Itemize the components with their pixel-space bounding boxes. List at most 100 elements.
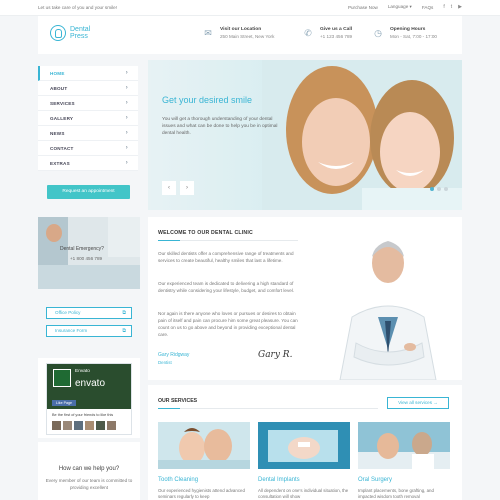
slider-dot[interactable] — [437, 187, 441, 191]
nav-item-services[interactable]: SERVICES › — [38, 96, 138, 111]
clock-icon: ◷ — [374, 28, 382, 38]
social-links: f t ▶ — [443, 4, 462, 10]
view-all-label: View all services — [398, 400, 432, 405]
arrow-right-icon: → — [433, 400, 438, 405]
location-value: 250 Main Street, New York — [220, 34, 275, 39]
chevron-right-icon: › — [125, 160, 128, 166]
language-dropdown[interactable]: Language ▾ — [388, 4, 412, 10]
service-card[interactable]: Oral Surgery Implant placements, bone gr… — [358, 422, 450, 500]
youtube-icon[interactable]: ▶ — [458, 4, 462, 10]
nav-item-gallery[interactable]: GALLERY › — [38, 111, 138, 126]
faqs-link[interactable]: FAQs — [422, 5, 434, 10]
appointment-button[interactable]: Request an appointment — [47, 185, 130, 199]
avatar — [63, 421, 72, 430]
nav-item-extras[interactable]: EXTRAS › — [38, 156, 138, 171]
office-policy-button[interactable]: Office Policy ⧉ — [46, 307, 132, 319]
welcome-paragraph-1: Our skilled dentists offer a comprehensi… — [158, 251, 294, 263]
slider-dots — [430, 187, 448, 191]
avatar — [85, 421, 94, 430]
top-bar: Let us take care of you and your smile! … — [0, 0, 500, 16]
envelope-icon: ✉ — [204, 28, 212, 38]
avatar — [74, 421, 83, 430]
external-link-icon: ⧉ — [122, 328, 126, 334]
help-text: Every member of our team is committed to… — [45, 478, 133, 490]
service-desc: Our experienced hygienists attend advanc… — [158, 488, 245, 499]
hours-title: Opening Hours — [390, 27, 426, 32]
facebook-like-button[interactable]: Like Page — [52, 400, 76, 406]
twitter-icon[interactable]: t — [451, 4, 452, 10]
slider-dot[interactable] — [430, 187, 434, 191]
facebook-cover: Envato envato Like Page — [47, 364, 131, 409]
slider-arrows: ‹ › — [162, 181, 194, 195]
signature-script: Gary R. — [258, 350, 293, 360]
hours-value: Mon - Sat, 7:00 - 17:00 — [390, 34, 437, 39]
service-title[interactable]: Oral Surgery — [358, 477, 450, 483]
services-title: OUR SERVICES — [158, 398, 198, 404]
nav-item-label: ABOUT — [50, 85, 68, 91]
logo-line-1: Dental — [70, 26, 91, 33]
emergency-box: Dental Emergency? +1 800 456 789 — [38, 217, 140, 289]
location-info: ✉ Visit our Location 250 Main Street, Ne… — [202, 27, 274, 39]
slider-dot[interactable] — [444, 187, 448, 191]
welcome-paragraph-2: Our experienced team is dedicated to del… — [158, 281, 295, 293]
tagline: Let us take care of you and your smile! — [38, 5, 117, 10]
service-card[interactable]: Dental Implants All dependent on one's i… — [258, 422, 350, 500]
chevron-right-icon: › — [125, 100, 128, 106]
nav-item-label: CONTACT — [50, 145, 74, 151]
hours-info: ◷ Opening Hours Mon - Sat, 7:00 - 17:00 — [372, 27, 437, 39]
logo-text: Dental Press — [70, 26, 90, 40]
external-link-icon: ⧉ — [122, 310, 126, 316]
facebook-friends-text: Be the first of your friends to like thi… — [52, 413, 114, 417]
call-title: Give us a Call — [320, 27, 353, 32]
nav-item-contact[interactable]: CONTACT › — [38, 141, 138, 156]
service-image — [358, 422, 450, 469]
services-section: OUR SERVICES View all services → Tooth C… — [148, 385, 462, 500]
logo[interactable]: Dental Press — [50, 25, 90, 41]
top-bar-right: Purchase Now Language ▾ FAQs f t ▶ — [348, 4, 462, 10]
signature-role: Dentist — [158, 360, 172, 365]
hero-slider: Get your desired smile You will get a th… — [148, 60, 462, 210]
nav-item-about[interactable]: ABOUT › — [38, 81, 138, 96]
facebook-cover-text: envato — [75, 378, 106, 389]
nav-item-label: HOME — [50, 70, 65, 76]
prev-arrow-icon[interactable]: ‹ — [162, 181, 176, 195]
doctor-photo — [312, 217, 462, 380]
nav-item-home[interactable]: HOME › — [38, 66, 138, 81]
emergency-phone: +1 800 456 789 — [70, 256, 103, 261]
help-title: How can we help you? — [58, 466, 120, 472]
nav-item-news[interactable]: NEWS › — [38, 126, 138, 141]
next-arrow-icon[interactable]: › — [180, 181, 194, 195]
facebook-icon[interactable]: f — [443, 4, 444, 10]
emergency-photo — [38, 217, 140, 289]
chevron-right-icon: › — [125, 85, 128, 91]
slider-text: You will get a thorough understanding of… — [162, 117, 278, 136]
emergency-label: Dental Emergency? — [60, 246, 104, 252]
sidebar-nav: HOME › ABOUT › SERVICES › GALLERY › NEWS › CO… — [38, 66, 138, 171]
location-title: Visit our Location — [220, 27, 262, 32]
nav-item-label: GALLERY — [50, 115, 74, 121]
phone-icon: ✆ — [304, 28, 312, 38]
chevron-right-icon: › — [125, 115, 128, 121]
service-title[interactable]: Tooth Cleaning — [158, 477, 250, 483]
service-image — [258, 422, 350, 469]
facebook-widget: Envato envato Like Page Be the first of … — [38, 358, 140, 438]
tooth-logo-icon — [50, 25, 66, 41]
avatar — [107, 421, 116, 430]
purchase-link[interactable]: Purchase Now — [348, 5, 378, 10]
language-label: Language — [387, 4, 409, 9]
service-image — [158, 422, 250, 469]
nav-item-label: SERVICES — [50, 100, 75, 106]
service-card[interactable]: Tooth Cleaning Our experienced hygienist… — [158, 422, 250, 500]
welcome-section: WELCOME TO OUR DENTAL CLINIC Our skilled… — [148, 217, 462, 380]
logo-line-2: Press — [70, 33, 88, 40]
office-policy-label: Office Policy — [55, 310, 81, 315]
insurance-form-button[interactable]: Insurance Form ⧉ — [46, 325, 132, 337]
slider-heading: Get your desired smile — [162, 95, 253, 105]
avatar — [96, 421, 105, 430]
insurance-form-label: Insurance Form — [55, 328, 88, 333]
chevron-down-icon: ▾ — [409, 4, 412, 9]
facebook-page-plugin[interactable]: Envato envato Like Page Be the first of … — [46, 363, 132, 435]
service-title[interactable]: Dental Implants — [258, 477, 350, 483]
call-value: +1 123 456 789 — [320, 34, 353, 39]
view-all-services-button[interactable]: View all services → — [387, 397, 449, 409]
